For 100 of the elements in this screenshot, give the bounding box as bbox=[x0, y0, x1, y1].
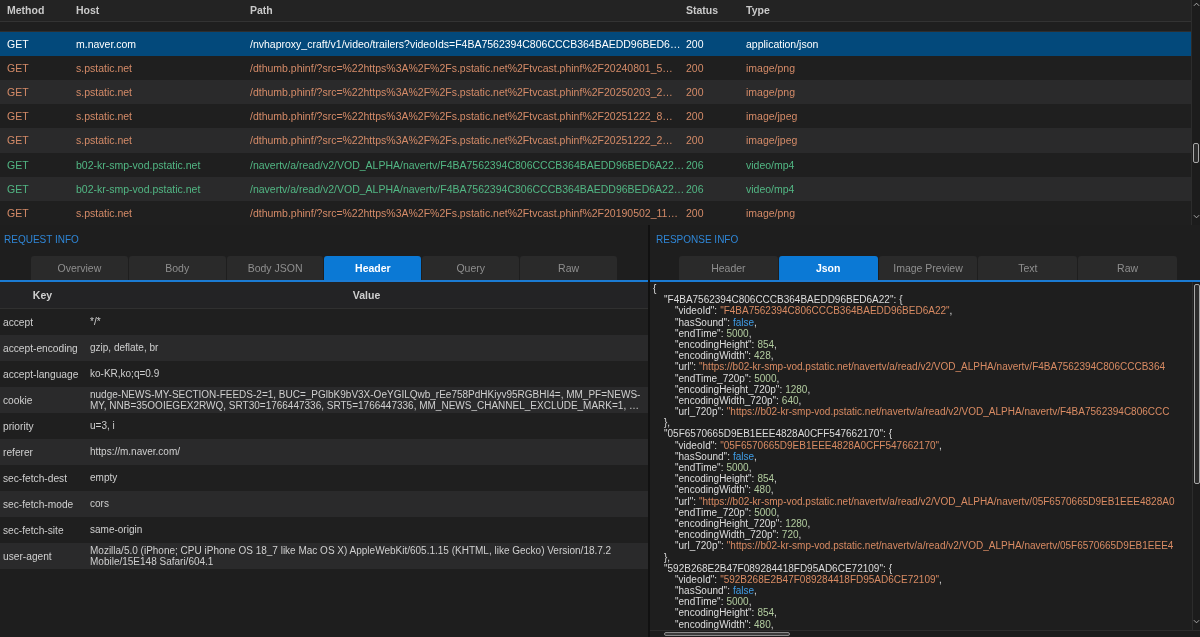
scrollbar[interactable] bbox=[1192, 282, 1200, 630]
header-key: accept bbox=[3, 316, 33, 328]
json-line: }, bbox=[664, 551, 671, 563]
method-cell: GET bbox=[7, 37, 29, 50]
header-value: empty bbox=[90, 471, 118, 485]
method-cell: GET bbox=[7, 62, 29, 75]
json-line: "hasSound": false, bbox=[675, 585, 757, 597]
tab[interactable]: Body JSON bbox=[226, 256, 324, 280]
header-key: referer bbox=[3, 446, 33, 458]
path-cell: /dthumb.phinf/?src=%22https%3A%2F%2Fs.pstatic.net%2Ftvcast.phinf%2F20251222_2… bbox=[250, 134, 673, 147]
header-key: sec-fetch-site bbox=[3, 524, 64, 536]
json-line: "endTime_720p": 5000, bbox=[675, 506, 780, 518]
method-cell: GET bbox=[7, 134, 29, 147]
json-line: "hasSound": false, bbox=[675, 316, 757, 328]
header-key: priority bbox=[3, 420, 34, 432]
scrollbar-thumb[interactable] bbox=[664, 632, 790, 636]
type-cell: image/png bbox=[746, 86, 796, 99]
request-row[interactable]: GET s.pstatic.net /dthumb.phinf/?src=%22https%3A%2F%2Fs.pstatic.net%2Ftvcast.phinf%2F20251222_2… 200 image/jpeg bbox=[0, 128, 1191, 153]
method-cell: GET bbox=[7, 158, 29, 171]
status-cell: 206 bbox=[686, 158, 704, 171]
column-header: Key bbox=[32, 289, 53, 301]
scrollbar[interactable] bbox=[1191, 0, 1200, 225]
header-value: nudge-NEWS-MY-SECTION-FEEDS-2=1, BUC=_PGlbK9bV3X-OeYGILQwb_rEe758PdHKiyv95RGBHI4=, MM_PF=NEWS-MY, NNB=35OOIEGEX2RWQ, SRT30=1766447336, SRT5=1766447336, MM_NEWS_CHANNEL_EXCLUDE_MARK=1, … bbox=[90, 387, 642, 413]
json-line: "encodingHeight_720p": 1280, bbox=[675, 383, 811, 395]
chevron-down-icon[interactable] bbox=[1193, 619, 1200, 624]
path-cell: /dthumb.phinf/?src=%22https%3A%2F%2Fs.pstatic.net%2Ftvcast.phinf%2F20250203_2… bbox=[250, 86, 673, 99]
method-cell: GET bbox=[7, 182, 29, 195]
tab[interactable]: Header bbox=[679, 256, 778, 280]
tab[interactable]: Header bbox=[324, 256, 422, 280]
scrollbar[interactable] bbox=[650, 630, 1200, 637]
tab[interactable]: Overview bbox=[31, 256, 128, 280]
json-line: "url": "https://b02-kr-smp-vod.pstatic.net/navertv/a/read/v2/VOD_ALPHA/navertv/F4BA7562394C806CCCB364 bbox=[675, 361, 1165, 373]
column-header[interactable]: Method bbox=[7, 4, 45, 17]
header-value: https://m.naver.com/ bbox=[90, 445, 181, 459]
host-cell: s.pstatic.net bbox=[76, 62, 133, 75]
json-line: "endTime": 5000, bbox=[675, 462, 752, 474]
tab[interactable]: Image Preview bbox=[878, 256, 978, 280]
tab[interactable]: Raw bbox=[520, 256, 617, 280]
json-line: "encodingWidth_720p": 640, bbox=[675, 394, 802, 407]
header-key: sec-fetch-dest bbox=[3, 472, 67, 484]
request-row[interactable]: GET m.naver.com /nvhaproxy_craft/v1/video/trailers?videoIds=F4BA7562394C806CCCB364BAEDD96BED6… 200 application/json bbox=[0, 31, 1191, 56]
header-value: ko-KR,ko;q=0.9 bbox=[90, 367, 160, 381]
json-line: "videoId": "05F6570665D9EB1EEE4828A0CFF547662170", bbox=[675, 439, 942, 451]
chevron-up-icon[interactable] bbox=[1192, 2, 1200, 7]
header-key: cookie bbox=[3, 394, 33, 406]
path-cell: /navertv/a/read/v2/VOD_ALPHA/navertv/F4BA7562394C806CCCB364BAEDD96BED6A22… bbox=[250, 182, 685, 195]
tab[interactable]: Raw bbox=[1078, 256, 1177, 280]
json-line: "endTime": 5000, bbox=[675, 596, 752, 608]
scrollbar-thumb[interactable] bbox=[1193, 143, 1199, 163]
tab[interactable]: Text bbox=[978, 256, 1078, 280]
request-row[interactable]: GET b02-kr-smp-vod.pstatic.net /navertv/a/read/v2/VOD_ALPHA/navertv/F4BA7562394C806CCCB364BAEDD96BED6A22… 206 video/mp4 bbox=[0, 176, 1191, 201]
status-cell: 200 bbox=[686, 134, 704, 147]
status-cell: 200 bbox=[686, 206, 704, 219]
status-cell: 200 bbox=[686, 62, 704, 75]
path-cell: /dthumb.phinf/?src=%22https%3A%2F%2Fs.pstatic.net%2Ftvcast.phinf%2F20251222_8… bbox=[250, 110, 673, 123]
json-line: "encodingHeight": 854, bbox=[675, 473, 777, 485]
header-value: */* bbox=[90, 315, 101, 329]
host-cell: b02-kr-smp-vod.pstatic.net bbox=[76, 158, 201, 171]
json-line: "videoId": "F4BA7562394C806CCCB364BAEDD96BED6A22", bbox=[675, 305, 953, 317]
json-line: "05F6570665D9EB1EEE4828A0CFF547662170": { bbox=[664, 428, 893, 440]
json-line: "encodingWidth": 480, bbox=[675, 618, 774, 630]
column-header[interactable]: Host bbox=[76, 4, 100, 17]
host-cell: s.pstatic.net bbox=[76, 134, 133, 147]
type-cell: image/jpeg bbox=[746, 110, 798, 123]
panel-title: REQUEST INFO bbox=[4, 234, 79, 245]
host-cell: s.pstatic.net bbox=[76, 86, 133, 99]
json-line: "hasSound": false, bbox=[675, 450, 757, 462]
tab[interactable]: Query bbox=[422, 256, 520, 280]
json-line: "encodingHeight": 854, bbox=[675, 607, 777, 619]
json-line: "videoId": "592B268E2B47F089284418FD95AD6CE72109", bbox=[675, 573, 942, 586]
header-key: sec-fetch-mode bbox=[3, 498, 74, 510]
path-cell: /navertv/a/read/v2/VOD_ALPHA/navertv/F4BA7562394C806CCCB364BAEDD96BED6A22… bbox=[250, 158, 685, 171]
json-line: "encodingHeight": 854, bbox=[675, 338, 777, 351]
column-header[interactable]: Type bbox=[746, 4, 770, 17]
header-value: gzip, deflate, br bbox=[90, 341, 159, 355]
header-value: Mozilla/5.0 (iPhone; CPU iPhone OS 18_7 like Mac OS X) AppleWebKit/605.1.15 (KHTML, like Gecko) Version/18.7.2 Mobile/15E148 Safari/604.1 bbox=[90, 543, 613, 569]
host-cell: m.naver.com bbox=[76, 37, 137, 50]
tab[interactable]: Body bbox=[128, 256, 226, 280]
column-header[interactable]: Path bbox=[250, 4, 273, 17]
type-cell: image/png bbox=[746, 62, 796, 75]
json-line: "endTime": 5000, bbox=[675, 327, 752, 339]
type-cell: image/png bbox=[746, 206, 796, 219]
host-cell: b02-kr-smp-vod.pstatic.net bbox=[76, 182, 201, 195]
header-value: u=3, i bbox=[90, 419, 115, 433]
path-cell: /dthumb.phinf/?src=%22https%3A%2F%2Fs.pstatic.net%2Ftvcast.phinf%2F20240801_5… bbox=[250, 62, 673, 75]
chevron-down-icon[interactable] bbox=[1192, 214, 1200, 219]
json-line: { bbox=[653, 283, 657, 295]
panel-title: RESPONSE INFO bbox=[656, 234, 739, 245]
status-cell: 200 bbox=[686, 110, 704, 123]
path-cell: /nvhaproxy_craft/v1/video/trailers?videoIds=F4BA7562394C806CCCB364BAEDD96BED6… bbox=[250, 37, 681, 50]
column-header[interactable]: Status bbox=[686, 4, 719, 17]
request-row[interactable]: GET s.pstatic.net /dthumb.phinf/?src=%22https%3A%2F%2Fs.pstatic.net%2Ftvcast.phinf%2F20250203_2… 200 image/png bbox=[0, 80, 1191, 105]
header-key: accept-encoding bbox=[3, 342, 78, 354]
scrollbar-thumb[interactable] bbox=[1193, 284, 1200, 484]
host-cell: s.pstatic.net bbox=[76, 206, 133, 219]
tab[interactable]: Json bbox=[778, 256, 878, 280]
header-value: same-origin bbox=[90, 523, 143, 537]
header-value: cors bbox=[90, 497, 109, 511]
status-cell: 200 bbox=[686, 37, 704, 50]
type-cell: video/mp4 bbox=[746, 158, 795, 171]
